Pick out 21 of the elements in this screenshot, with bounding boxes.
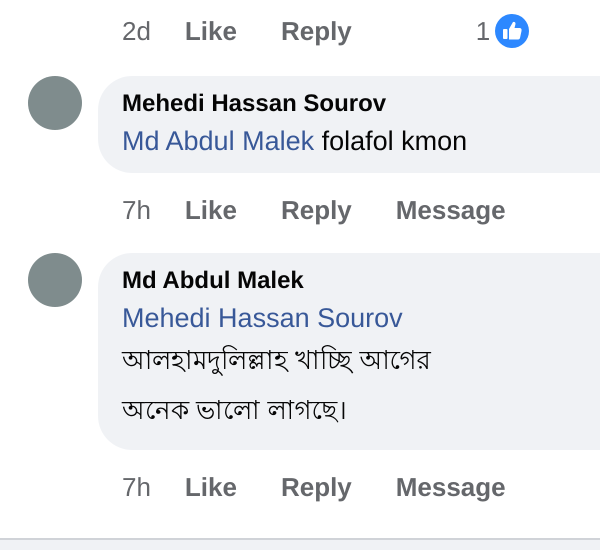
thumbs-up-icon	[494, 13, 530, 49]
comment-action-link[interactable]: Like	[184, 472, 237, 502]
avatar-photo-placeholder[interactable]	[28, 253, 82, 307]
comment-action-link[interactable]: Reply	[280, 472, 352, 502]
comment-author[interactable]: Mehedi Hassan Sourov	[122, 90, 600, 118]
mention-link[interactable]: Mehedi Hassan Sourov	[122, 303, 600, 334]
comment-text: Md Abdul Malek folafol kmon	[122, 126, 468, 157]
comment-time: 7h	[122, 194, 151, 226]
comment-text: আলহামদুলিল্লাহ খাচ্ছি আগের	[122, 344, 432, 378]
comment-action-link[interactable]: Message	[396, 472, 506, 502]
comment-action-link[interactable]: Like	[184, 16, 237, 46]
comment-text: অনেক ভালো লাগছে।	[122, 394, 348, 427]
comment-author[interactable]: Md Abdul Malek	[122, 267, 600, 295]
comment-action-link[interactable]: Like	[184, 194, 237, 226]
comment-time: 7h	[122, 472, 151, 502]
reaction-count: 1	[476, 16, 490, 46]
avatar-photo-placeholder[interactable]	[28, 76, 82, 130]
comment-action-link[interactable]: Reply	[280, 16, 352, 46]
comment-action-link[interactable]: Reply	[280, 194, 352, 226]
comment-time: 2d	[122, 16, 151, 46]
comment-action-link[interactable]: Message	[396, 194, 506, 226]
